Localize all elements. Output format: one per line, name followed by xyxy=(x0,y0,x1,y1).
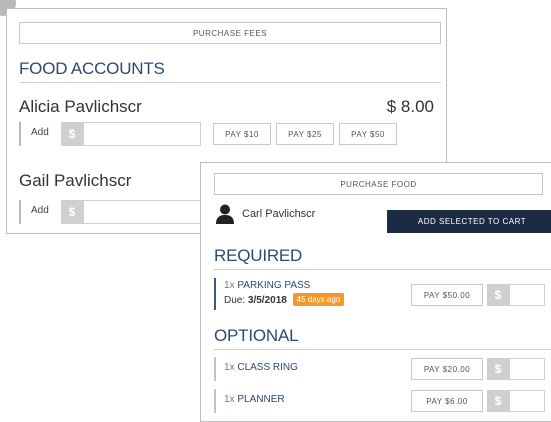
optional-fee-item: 1x CLASS RING PAY $20.00 $ xyxy=(214,357,549,381)
pay-planner-button[interactable]: PAY $6.00 xyxy=(411,390,483,412)
due-line: Due: 3/5/2018 45 days ago xyxy=(224,293,345,306)
divider xyxy=(19,82,441,83)
dollar-icon: $ xyxy=(487,284,509,306)
add-selected-to-cart-button[interactable]: ADD SELECTED TO CART xyxy=(387,210,551,233)
account-name: Gail Pavlichscr xyxy=(19,171,132,190)
add-amount-input[interactable] xyxy=(83,200,201,224)
custom-amount-input[interactable] xyxy=(509,284,545,306)
student-name: Carl Pavlichscr xyxy=(242,208,316,220)
dollar-icon: $ xyxy=(61,122,83,146)
purchase-food-button[interactable]: PURCHASE FOOD xyxy=(214,173,543,195)
dollar-icon: $ xyxy=(61,200,83,224)
fee-label: 1x PARKING PASS xyxy=(224,280,310,291)
fee-qty: 1x xyxy=(224,362,235,373)
purchase-food-panel: PURCHASE FOOD Carl Pavlichscr ADD SELECT… xyxy=(200,162,551,422)
fee-qty: 1x xyxy=(224,394,235,405)
custom-amount-input[interactable] xyxy=(509,358,545,380)
fee-qty: 1x xyxy=(224,280,235,291)
add-label: Add xyxy=(31,127,49,138)
required-fee-item: 1x PARKING PASS Due: 3/5/2018 45 days ag… xyxy=(214,278,549,310)
add-funds-row: Add $ PAY $10 PAY $25 PAY $50 xyxy=(19,122,449,146)
fee-name: PARKING PASS xyxy=(237,280,311,291)
due-label: Due: xyxy=(224,295,246,306)
add-label: Add xyxy=(31,205,49,216)
fee-name: PLANNER xyxy=(237,394,285,405)
custom-amount-input[interactable] xyxy=(509,390,545,412)
due-date: 3/5/2018 xyxy=(247,295,287,306)
fee-label: 1x CLASS RING xyxy=(224,362,298,373)
account-balance: $ 8.00 xyxy=(386,97,434,116)
dollar-icon: $ xyxy=(487,390,509,412)
optional-title: OPTIONAL xyxy=(214,326,299,345)
optional-fee-item: 1x PLANNER PAY $6.00 $ xyxy=(214,389,549,413)
overdue-badge: 45 days ago xyxy=(292,293,345,306)
pay-50-button[interactable]: PAY $50 xyxy=(339,123,397,145)
fee-name: CLASS RING xyxy=(237,362,298,373)
pay-10-button[interactable]: PAY $10 xyxy=(213,123,271,145)
fee-label: 1x PLANNER xyxy=(224,394,285,405)
divider xyxy=(214,349,551,350)
account-name: Alicia Pavlichscr xyxy=(19,97,142,116)
divider xyxy=(214,269,551,270)
pay-parking-pass-button[interactable]: PAY $50.00 xyxy=(411,284,483,306)
food-accounts-title: FOOD ACCOUNTS xyxy=(19,59,165,78)
pay-class-ring-button[interactable]: PAY $20.00 xyxy=(411,358,483,380)
required-title: REQUIRED xyxy=(214,246,303,265)
pay-25-button[interactable]: PAY $25 xyxy=(276,123,334,145)
purchase-fees-button[interactable]: PURCHASE FEES xyxy=(19,22,441,44)
add-amount-input[interactable] xyxy=(83,122,201,146)
user-avatar-icon xyxy=(216,204,234,224)
dollar-icon: $ xyxy=(487,358,509,380)
